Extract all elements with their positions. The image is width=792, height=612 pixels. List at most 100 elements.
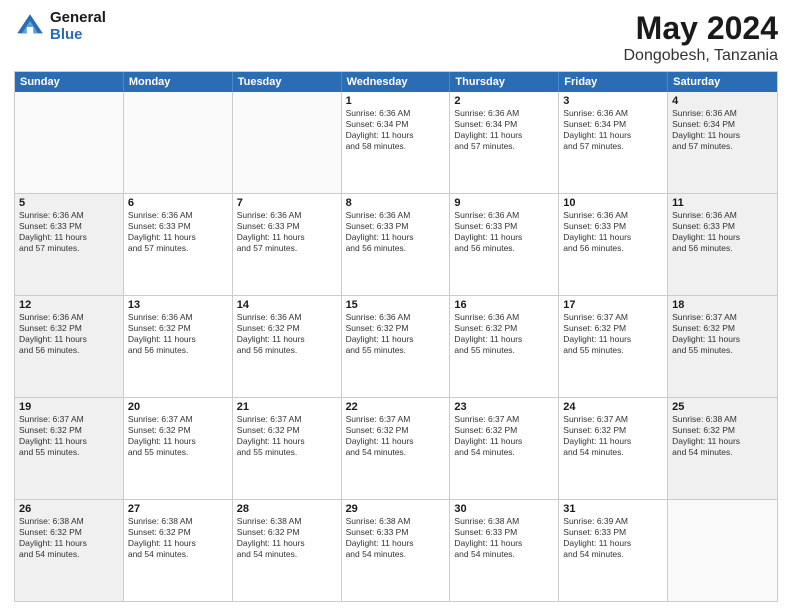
day-number: 24 (563, 401, 663, 413)
cal-cell-w2-d1: 5Sunrise: 6:36 AM Sunset: 6:33 PM Daylig… (15, 194, 124, 295)
header-friday: Friday (559, 72, 668, 92)
day-info: Sunrise: 6:36 AM Sunset: 6:33 PM Dayligh… (128, 210, 228, 254)
day-info: Sunrise: 6:36 AM Sunset: 6:34 PM Dayligh… (346, 108, 446, 152)
cal-cell-w1-d4: 1Sunrise: 6:36 AM Sunset: 6:34 PM Daylig… (342, 92, 451, 193)
cal-cell-w3-d6: 17Sunrise: 6:37 AM Sunset: 6:32 PM Dayli… (559, 296, 668, 397)
day-number: 30 (454, 503, 554, 515)
cal-cell-w1-d3 (233, 92, 342, 193)
header-thursday: Thursday (450, 72, 559, 92)
day-number: 6 (128, 197, 228, 209)
day-number: 19 (19, 401, 119, 413)
day-number: 7 (237, 197, 337, 209)
cal-cell-w3-d4: 15Sunrise: 6:36 AM Sunset: 6:32 PM Dayli… (342, 296, 451, 397)
day-info: Sunrise: 6:36 AM Sunset: 6:34 PM Dayligh… (454, 108, 554, 152)
day-info: Sunrise: 6:37 AM Sunset: 6:32 PM Dayligh… (454, 414, 554, 458)
day-number: 11 (672, 197, 773, 209)
day-info: Sunrise: 6:36 AM Sunset: 6:33 PM Dayligh… (346, 210, 446, 254)
day-number: 16 (454, 299, 554, 311)
page: General Blue May 2024 Dongobesh, Tanzani… (0, 0, 792, 612)
day-info: Sunrise: 6:36 AM Sunset: 6:32 PM Dayligh… (128, 312, 228, 356)
day-number: 31 (563, 503, 663, 515)
cal-cell-w3-d1: 12Sunrise: 6:36 AM Sunset: 6:32 PM Dayli… (15, 296, 124, 397)
week-row-5: 26Sunrise: 6:38 AM Sunset: 6:32 PM Dayli… (15, 499, 777, 601)
day-info: Sunrise: 6:39 AM Sunset: 6:33 PM Dayligh… (563, 516, 663, 560)
day-number: 27 (128, 503, 228, 515)
day-info: Sunrise: 6:36 AM Sunset: 6:32 PM Dayligh… (454, 312, 554, 356)
day-info: Sunrise: 6:36 AM Sunset: 6:33 PM Dayligh… (672, 210, 773, 254)
header-saturday: Saturday (668, 72, 777, 92)
header-wednesday: Wednesday (342, 72, 451, 92)
day-info: Sunrise: 6:37 AM Sunset: 6:32 PM Dayligh… (19, 414, 119, 458)
cal-cell-w2-d5: 9Sunrise: 6:36 AM Sunset: 6:33 PM Daylig… (450, 194, 559, 295)
day-number: 20 (128, 401, 228, 413)
day-info: Sunrise: 6:36 AM Sunset: 6:33 PM Dayligh… (237, 210, 337, 254)
cal-cell-w3-d2: 13Sunrise: 6:36 AM Sunset: 6:32 PM Dayli… (124, 296, 233, 397)
day-number: 13 (128, 299, 228, 311)
day-info: Sunrise: 6:37 AM Sunset: 6:32 PM Dayligh… (237, 414, 337, 458)
week-row-2: 5Sunrise: 6:36 AM Sunset: 6:33 PM Daylig… (15, 193, 777, 295)
day-info: Sunrise: 6:37 AM Sunset: 6:32 PM Dayligh… (672, 312, 773, 356)
day-info: Sunrise: 6:38 AM Sunset: 6:32 PM Dayligh… (672, 414, 773, 458)
day-number: 4 (672, 95, 773, 107)
day-info: Sunrise: 6:38 AM Sunset: 6:33 PM Dayligh… (454, 516, 554, 560)
cal-cell-w2-d3: 7Sunrise: 6:36 AM Sunset: 6:33 PM Daylig… (233, 194, 342, 295)
day-number: 1 (346, 95, 446, 107)
day-info: Sunrise: 6:38 AM Sunset: 6:32 PM Dayligh… (237, 516, 337, 560)
day-info: Sunrise: 6:37 AM Sunset: 6:32 PM Dayligh… (563, 414, 663, 458)
day-number: 12 (19, 299, 119, 311)
week-row-1: 1Sunrise: 6:36 AM Sunset: 6:34 PM Daylig… (15, 92, 777, 193)
cal-cell-w4-d5: 23Sunrise: 6:37 AM Sunset: 6:32 PM Dayli… (450, 398, 559, 499)
logo-general-text: General (50, 10, 106, 27)
day-info: Sunrise: 6:36 AM Sunset: 6:33 PM Dayligh… (19, 210, 119, 254)
cal-cell-w5-d5: 30Sunrise: 6:38 AM Sunset: 6:33 PM Dayli… (450, 500, 559, 601)
day-info: Sunrise: 6:38 AM Sunset: 6:33 PM Dayligh… (346, 516, 446, 560)
calendar-header: Sunday Monday Tuesday Wednesday Thursday… (15, 72, 777, 92)
day-info: Sunrise: 6:36 AM Sunset: 6:32 PM Dayligh… (346, 312, 446, 356)
day-number: 15 (346, 299, 446, 311)
month-title: May 2024 (624, 10, 779, 47)
cal-cell-w4-d2: 20Sunrise: 6:37 AM Sunset: 6:32 PM Dayli… (124, 398, 233, 499)
calendar: Sunday Monday Tuesday Wednesday Thursday… (14, 71, 778, 602)
day-number: 17 (563, 299, 663, 311)
logo-text: General Blue (50, 10, 106, 43)
header-sunday: Sunday (15, 72, 124, 92)
day-number: 3 (563, 95, 663, 107)
cal-cell-w4-d1: 19Sunrise: 6:37 AM Sunset: 6:32 PM Dayli… (15, 398, 124, 499)
calendar-body: 1Sunrise: 6:36 AM Sunset: 6:34 PM Daylig… (15, 92, 777, 601)
logo: General Blue (14, 10, 106, 43)
day-info: Sunrise: 6:37 AM Sunset: 6:32 PM Dayligh… (346, 414, 446, 458)
cal-cell-w1-d6: 3Sunrise: 6:36 AM Sunset: 6:34 PM Daylig… (559, 92, 668, 193)
cal-cell-w3-d5: 16Sunrise: 6:36 AM Sunset: 6:32 PM Dayli… (450, 296, 559, 397)
location: Dongobesh, Tanzania (624, 47, 779, 65)
cal-cell-w5-d2: 27Sunrise: 6:38 AM Sunset: 6:32 PM Dayli… (124, 500, 233, 601)
day-number: 10 (563, 197, 663, 209)
day-info: Sunrise: 6:38 AM Sunset: 6:32 PM Dayligh… (128, 516, 228, 560)
day-number: 14 (237, 299, 337, 311)
cal-cell-w1-d2 (124, 92, 233, 193)
day-info: Sunrise: 6:36 AM Sunset: 6:33 PM Dayligh… (454, 210, 554, 254)
header-tuesday: Tuesday (233, 72, 342, 92)
logo-icon (14, 11, 46, 43)
cal-cell-w4-d3: 21Sunrise: 6:37 AM Sunset: 6:32 PM Dayli… (233, 398, 342, 499)
cal-cell-w4-d6: 24Sunrise: 6:37 AM Sunset: 6:32 PM Dayli… (559, 398, 668, 499)
title-area: May 2024 Dongobesh, Tanzania (624, 10, 779, 65)
day-number: 25 (672, 401, 773, 413)
day-number: 26 (19, 503, 119, 515)
cal-cell-w5-d1: 26Sunrise: 6:38 AM Sunset: 6:32 PM Dayli… (15, 500, 124, 601)
header-monday: Monday (124, 72, 233, 92)
day-number: 8 (346, 197, 446, 209)
cal-cell-w4-d7: 25Sunrise: 6:38 AM Sunset: 6:32 PM Dayli… (668, 398, 777, 499)
day-info: Sunrise: 6:36 AM Sunset: 6:34 PM Dayligh… (672, 108, 773, 152)
day-number: 5 (19, 197, 119, 209)
day-number: 9 (454, 197, 554, 209)
cal-cell-w5-d4: 29Sunrise: 6:38 AM Sunset: 6:33 PM Dayli… (342, 500, 451, 601)
day-number: 22 (346, 401, 446, 413)
cal-cell-w3-d7: 18Sunrise: 6:37 AM Sunset: 6:32 PM Dayli… (668, 296, 777, 397)
day-info: Sunrise: 6:37 AM Sunset: 6:32 PM Dayligh… (563, 312, 663, 356)
day-number: 2 (454, 95, 554, 107)
day-info: Sunrise: 6:37 AM Sunset: 6:32 PM Dayligh… (128, 414, 228, 458)
cal-cell-w1-d1 (15, 92, 124, 193)
day-info: Sunrise: 6:38 AM Sunset: 6:32 PM Dayligh… (19, 516, 119, 560)
cal-cell-w5-d6: 31Sunrise: 6:39 AM Sunset: 6:33 PM Dayli… (559, 500, 668, 601)
cal-cell-w5-d7 (668, 500, 777, 601)
